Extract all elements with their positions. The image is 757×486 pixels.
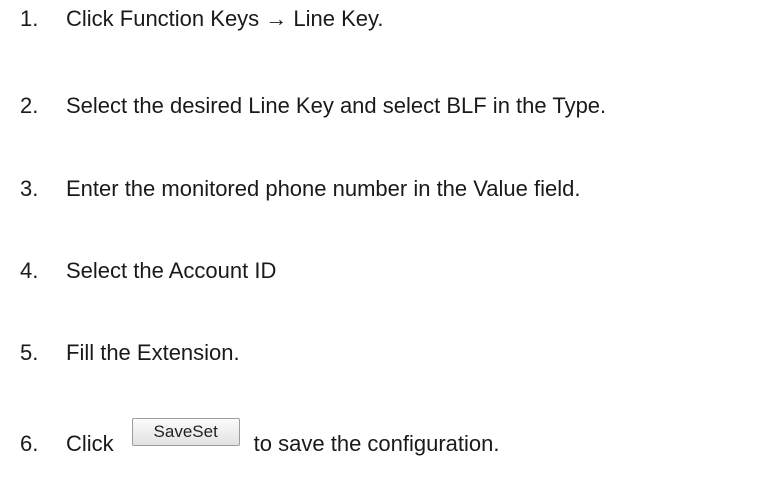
step-text: Select the Account ID [66, 258, 277, 283]
step-4: 4. Select the Account ID [20, 258, 276, 284]
step-text: Click Function Keys → Line Key. [66, 6, 384, 31]
step-2: 2. Select the desired Line Key and selec… [20, 93, 606, 119]
step-number: 1. [20, 6, 39, 31]
step-1: 1. Click Function Keys → Line Key. [20, 6, 384, 32]
step-number: 2. [20, 93, 39, 118]
step-text: Fill the Extension. [66, 340, 240, 365]
instruction-list: 1. Click Function Keys → Line Key. 2. Se… [0, 0, 757, 486]
step-5: 5. Fill the Extension. [20, 340, 240, 366]
step-number: 4. [20, 258, 39, 283]
step-text-after: to save the configuration. [253, 431, 500, 456]
step-number: 3. [20, 176, 39, 201]
step-3: 3. Enter the monitored phone number in t… [20, 176, 580, 202]
step-number: 5. [20, 340, 39, 365]
step-text: Select the desired Line Key and select B… [66, 93, 607, 118]
saveset-button[interactable]: SaveSet [131, 418, 240, 446]
step-text-before: Click [66, 431, 114, 456]
step-6: 6. Click SaveSet to save the configurati… [20, 418, 500, 458]
step-number: 6. [20, 431, 39, 456]
step-text: Enter the monitored phone number in the … [66, 176, 581, 201]
